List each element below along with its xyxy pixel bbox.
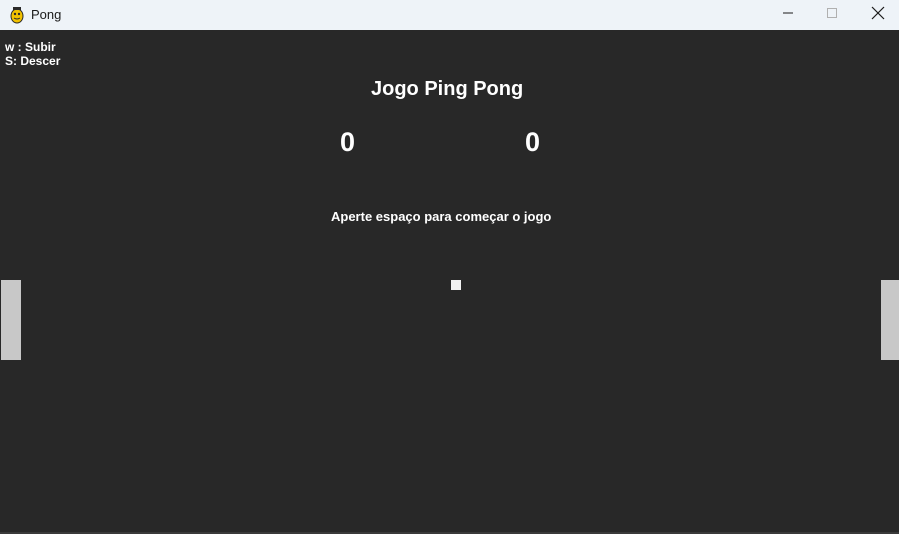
score-left: 0 [340, 127, 356, 157]
score-right: 0 [525, 127, 541, 157]
minimize-button[interactable] [765, 0, 811, 30]
left-paddle [1, 280, 21, 360]
minimize-icon [782, 6, 794, 24]
game-canvas[interactable]: w : Subir S: Descer Jogo Ping Pong 0 0 A… [0, 30, 899, 534]
title-bar[interactable]: Pong [0, 0, 899, 30]
maximize-icon [826, 6, 838, 24]
controls-help-up: w : Subir [5, 40, 56, 54]
controls-help-down: S: Descer [5, 54, 61, 68]
right-paddle [881, 280, 899, 360]
close-button[interactable] [855, 0, 899, 30]
window-title: Pong [31, 7, 62, 22]
maximize-button[interactable] [809, 0, 855, 30]
close-icon [871, 6, 885, 25]
pygame-snake-icon [9, 6, 25, 24]
pong-window: Pong w : Subir S: Descer Jogo Ping Pong [0, 0, 899, 534]
start-prompt: Aperte espaço para começar o jogo [331, 209, 552, 224]
game-title: Jogo Ping Pong [371, 78, 524, 100]
ball [451, 280, 461, 290]
